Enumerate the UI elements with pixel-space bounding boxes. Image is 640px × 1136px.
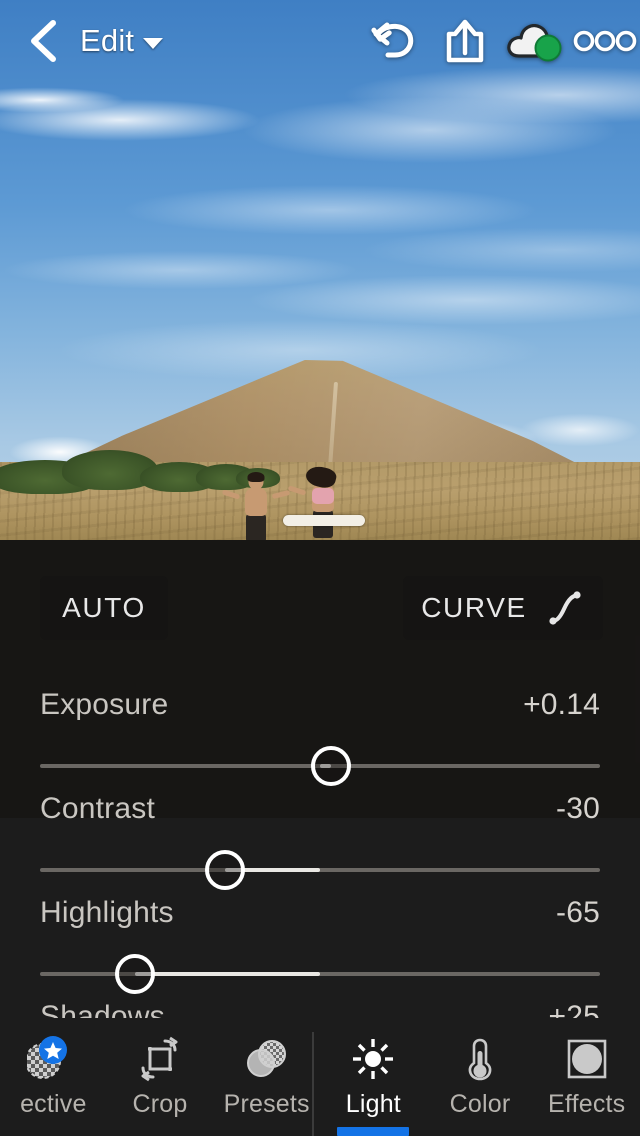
slider-track-area[interactable]	[40, 746, 600, 786]
back-button[interactable]	[12, 10, 74, 72]
tabbar-divider	[312, 1032, 314, 1136]
slider-exposure[interactable]: Exposure +0.14	[0, 688, 640, 792]
curve-button[interactable]: CURVE	[403, 576, 603, 640]
effects-icon	[567, 1039, 606, 1078]
tab-label: Presets	[223, 1089, 310, 1118]
tab-label: Color	[449, 1089, 511, 1118]
more-options-button[interactable]	[570, 10, 640, 72]
person-left	[221, 472, 291, 540]
auto-button[interactable]: AUTO	[40, 576, 168, 640]
slider-header: Exposure +0.14	[40, 688, 600, 732]
tab-icon	[243, 1036, 291, 1082]
slider-track-area[interactable]	[40, 850, 600, 890]
thermometer-icon	[468, 1038, 492, 1080]
clothing	[312, 488, 334, 504]
tab-selective[interactable]: ective	[0, 1018, 107, 1136]
hair	[247, 472, 265, 482]
slider-fill	[135, 972, 320, 976]
slider-header: Highlights -65	[40, 896, 600, 940]
slider-knob[interactable]	[311, 746, 352, 786]
top-toolbar: Edit	[0, 0, 640, 82]
more-options-icon	[573, 30, 637, 52]
slider-track-area[interactable]	[40, 954, 600, 994]
panel-drag-handle[interactable]	[283, 515, 365, 526]
bottom-tabbar: ective Crop Presets Light Color Effects	[0, 1018, 640, 1136]
cloud-sync-icon	[507, 24, 562, 62]
sun-icon	[353, 1038, 394, 1079]
chevron-left-icon	[31, 20, 56, 62]
caret-down-icon	[143, 38, 164, 49]
edit-label: Edit	[80, 23, 135, 58]
slider-knob[interactable]	[204, 850, 245, 890]
tab-effects[interactable]: Effects	[533, 1018, 640, 1136]
tab-presets[interactable]: Presets	[213, 1018, 320, 1136]
tab-label: Light	[345, 1089, 401, 1118]
person-right	[287, 463, 346, 540]
tab-icon	[350, 1036, 396, 1082]
torso	[245, 488, 267, 516]
slider-label: Highlights	[40, 896, 174, 929]
tab-active-indicator	[337, 1127, 410, 1136]
tab-icon	[137, 1036, 183, 1082]
cloud-sync-button[interactable]	[500, 10, 570, 72]
slider-label: Exposure	[40, 688, 169, 721]
tab-label: Crop	[132, 1089, 188, 1118]
undo-arrow-icon	[371, 22, 414, 58]
slider-knob[interactable]	[115, 954, 156, 994]
auto-label: AUTO	[62, 592, 146, 623]
slider-contrast[interactable]: Contrast -30	[0, 792, 640, 896]
tab-label: ective	[20, 1089, 87, 1118]
share-button[interactable]	[430, 10, 500, 72]
slider-value: +0.14	[523, 688, 600, 721]
tab-color[interactable]: Color	[427, 1018, 534, 1136]
slider-track	[40, 868, 600, 872]
crop-icon	[141, 1036, 178, 1081]
slider-header: Contrast -30	[40, 792, 600, 836]
tab-crop[interactable]: Crop	[107, 1018, 214, 1136]
tab-label: Effects	[548, 1089, 626, 1118]
tab-icon	[565, 1036, 609, 1082]
tab-light[interactable]: Light	[320, 1018, 427, 1136]
slider-value: -30	[556, 792, 600, 825]
legs	[246, 514, 266, 540]
slider-highlights[interactable]: Highlights -65	[0, 896, 640, 1000]
presets-icon	[246, 1039, 286, 1077]
edit-mode-dropdown[interactable]: Edit	[74, 23, 169, 59]
tab-icon	[463, 1036, 497, 1082]
lightroom-edit-screen: Edit AUTO CURVE Exposure +0.14 Contrast …	[0, 0, 640, 1136]
selective-icon	[27, 1035, 68, 1079]
panel-button-row: AUTO CURVE	[0, 576, 640, 640]
share-export-icon	[446, 19, 484, 63]
tab-icon	[27, 1035, 79, 1082]
tone-curve-icon	[549, 591, 581, 625]
curve-label: CURVE	[421, 592, 527, 623]
slider-label: Contrast	[40, 792, 155, 825]
undo-button[interactable]	[360, 10, 430, 72]
sync-status-dot	[534, 34, 562, 62]
slider-value: -65	[556, 896, 600, 929]
